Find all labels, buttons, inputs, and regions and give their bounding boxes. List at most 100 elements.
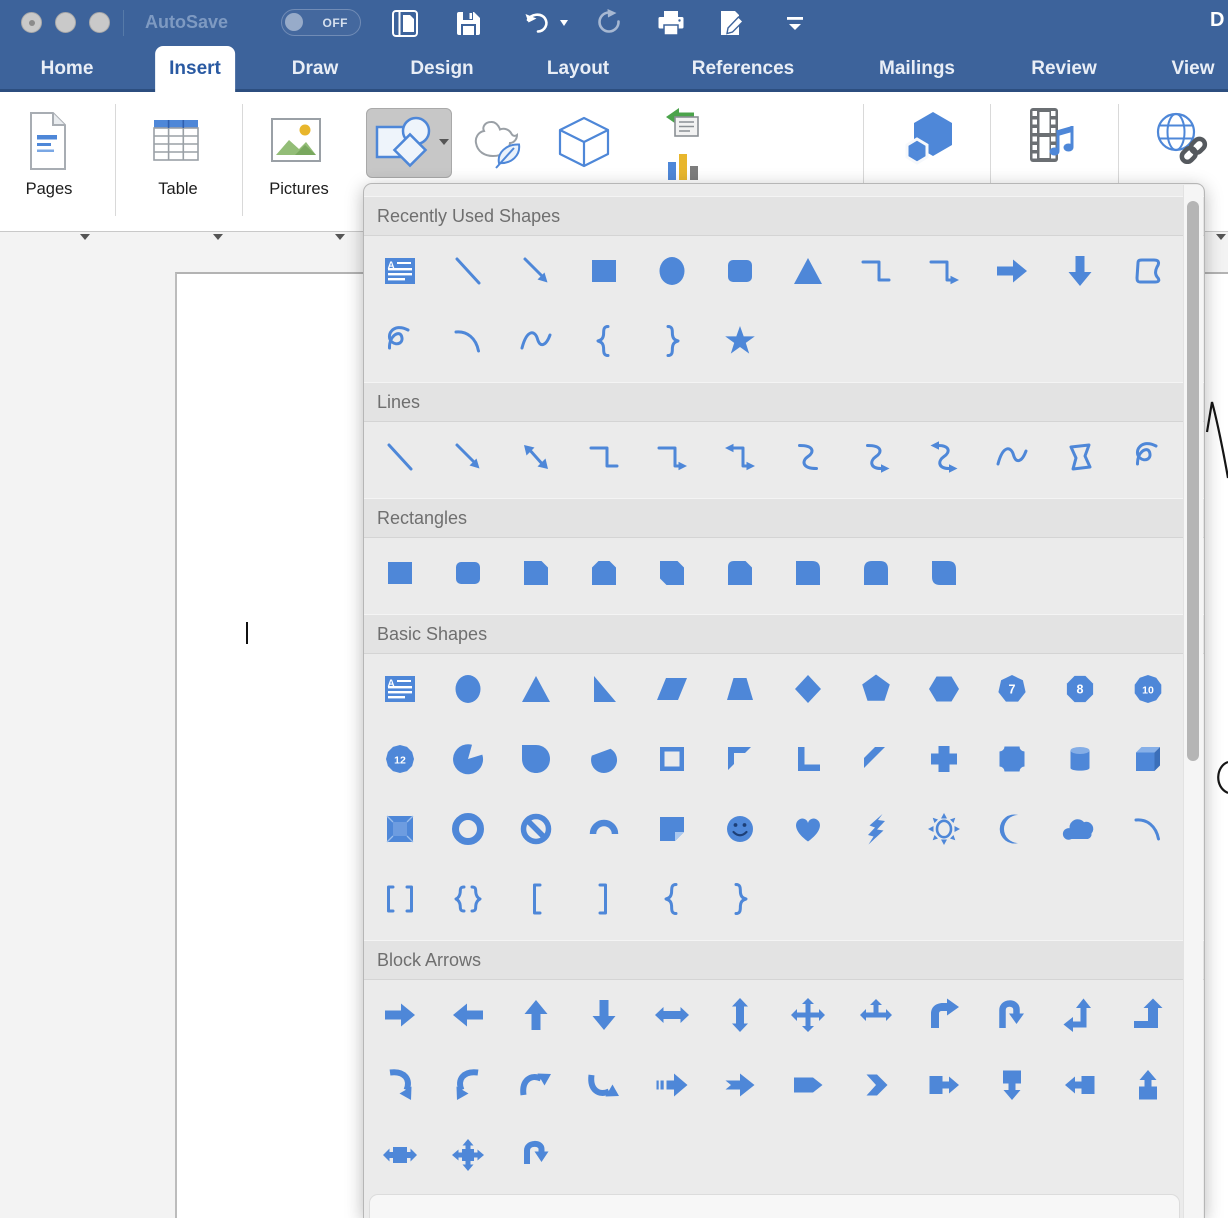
shape-lightning-bolt[interactable] <box>842 794 910 864</box>
shape-freeform-shape[interactable] <box>1046 422 1114 492</box>
shape-scribble[interactable] <box>366 306 434 376</box>
zoom-window-button[interactable] <box>89 12 110 33</box>
autosave-toggle[interactable]: OFF <box>281 9 361 36</box>
shape-chord[interactable] <box>570 724 638 794</box>
shape-cross[interactable] <box>910 724 978 794</box>
print-button[interactable] <box>656 8 686 38</box>
tab-insert[interactable]: Insert <box>155 46 235 92</box>
shape-rectangle[interactable] <box>570 236 638 306</box>
shape-circular-arrow[interactable] <box>502 1120 570 1190</box>
shape-curved-up-arrow[interactable] <box>502 1050 570 1120</box>
shape-freeform[interactable] <box>1114 236 1182 306</box>
shape-arc[interactable] <box>434 306 502 376</box>
shape-curved-connector[interactable] <box>774 422 842 492</box>
add-ins-button[interactable] <box>893 110 957 168</box>
shape-frame[interactable] <box>638 724 706 794</box>
undo-dropdown-caret[interactable] <box>560 20 568 26</box>
shape-arc[interactable] <box>1114 794 1182 864</box>
shape-bent-up-arrow[interactable] <box>1114 980 1182 1050</box>
shape-hexagon[interactable] <box>910 654 978 724</box>
shape-curved-right-arrow[interactable] <box>366 1050 434 1120</box>
shape-left-right-arrow-callout[interactable] <box>366 1120 434 1190</box>
shape-right-arrow[interactable] <box>978 236 1046 306</box>
tab-home[interactable]: Home <box>27 46 108 92</box>
tab-draw[interactable]: Draw <box>278 46 352 92</box>
shape-down-arrow-callout[interactable] <box>978 1050 1046 1120</box>
shape-heptagon[interactable]: 7 <box>978 654 1046 724</box>
shape-scribble[interactable] <box>1114 422 1182 492</box>
shape-half-frame[interactable] <box>706 724 774 794</box>
shape-isosceles-triangle[interactable] <box>774 236 842 306</box>
shape-quad-arrow-callout[interactable] <box>434 1120 502 1190</box>
shape-line[interactable] <box>434 236 502 306</box>
shape-bent-arrow[interactable] <box>910 980 978 1050</box>
shape-rounded-rectangle[interactable] <box>706 236 774 306</box>
customize-toolbar-button[interactable] <box>780 8 810 38</box>
shape-folded-corner[interactable] <box>638 794 706 864</box>
shape-down-arrow[interactable] <box>570 980 638 1050</box>
shape-teardrop[interactable] <box>502 724 570 794</box>
minimize-window-button[interactable] <box>55 12 76 33</box>
shape-up-down-arrow[interactable] <box>706 980 774 1050</box>
shape-curve[interactable] <box>502 306 570 376</box>
undo-button[interactable] <box>521 8 551 38</box>
shape-donut[interactable] <box>434 794 502 864</box>
shape-left-right-arrow[interactable] <box>638 980 706 1050</box>
tab-layout[interactable]: Layout <box>533 46 623 92</box>
shape-curve[interactable] <box>978 422 1046 492</box>
shape-text-box[interactable]: A <box>366 654 434 724</box>
shape-curved-left-arrow[interactable] <box>434 1050 502 1120</box>
pages-button[interactable] <box>23 110 71 172</box>
shape-left-bracket[interactable] <box>502 864 570 934</box>
tab-design[interactable]: Design <box>396 46 487 92</box>
shape-oval[interactable] <box>638 236 706 306</box>
3d-models-button[interactable] <box>552 112 616 172</box>
shape-snip-single-corner-rectangle[interactable] <box>502 538 570 608</box>
shape-text-box[interactable]: A <box>366 236 434 306</box>
shape-no-symbol[interactable] <box>502 794 570 864</box>
shape-right-brace[interactable] <box>638 306 706 376</box>
shape-decagon[interactable]: 10 <box>1114 654 1182 724</box>
icons-button[interactable] <box>470 110 532 172</box>
shape-dodecagon[interactable]: 12 <box>366 724 434 794</box>
shape-moon[interactable] <box>978 794 1046 864</box>
shape-elbow-connector[interactable] <box>842 236 910 306</box>
shape-right-arrow[interactable] <box>366 980 434 1050</box>
shape-arrow[interactable] <box>434 422 502 492</box>
link-button[interactable] <box>1152 110 1210 164</box>
table-dropdown-caret[interactable] <box>213 234 223 240</box>
edit-document-button[interactable] <box>716 8 746 38</box>
shape-double-arrow[interactable] <box>502 422 570 492</box>
shapes-dropdown-caret[interactable] <box>439 139 449 145</box>
shape-curved-down-arrow[interactable] <box>570 1050 638 1120</box>
shape-can[interactable] <box>1046 724 1114 794</box>
shape-up-arrow-callout[interactable] <box>1114 1050 1182 1120</box>
shape-notched-right-arrow[interactable] <box>706 1050 774 1120</box>
shape-round-same-side-corner-rectangle[interactable] <box>842 538 910 608</box>
close-window-button[interactable] <box>21 12 42 33</box>
shape-arrow[interactable] <box>502 236 570 306</box>
shape-diagonal-stripe[interactable] <box>842 724 910 794</box>
shape-sun[interactable] <box>910 794 978 864</box>
shape-chevron-arrow[interactable] <box>842 1050 910 1120</box>
scrollbar-thumb[interactable] <box>1187 201 1199 761</box>
shape-cube[interactable] <box>1114 724 1182 794</box>
shape-parallelogram[interactable] <box>638 654 706 724</box>
shape-left-arrow-callout[interactable] <box>1046 1050 1114 1120</box>
tab-mailings[interactable]: Mailings <box>865 46 969 92</box>
shape-curved-arrow-connector[interactable] <box>842 422 910 492</box>
shape-left-up-arrow[interactable] <box>1046 980 1114 1050</box>
shape-left-brace[interactable] <box>570 306 638 376</box>
shape-l-shape[interactable] <box>774 724 842 794</box>
tab-review[interactable]: Review <box>1017 46 1110 92</box>
shape-block-arc[interactable] <box>570 794 638 864</box>
shape-up-arrow[interactable] <box>502 980 570 1050</box>
table-button[interactable] <box>148 112 204 168</box>
shape-trapezoid[interactable] <box>706 654 774 724</box>
shape-rectangle[interactable] <box>366 538 434 608</box>
shape-elbow-arrow-connector[interactable] <box>638 422 706 492</box>
shape-snip-same-side-corner-rectangle[interactable] <box>570 538 638 608</box>
save-button[interactable] <box>453 8 483 38</box>
shapes-button[interactable] <box>366 108 452 178</box>
scrollbar-track[interactable] <box>1183 185 1203 1218</box>
